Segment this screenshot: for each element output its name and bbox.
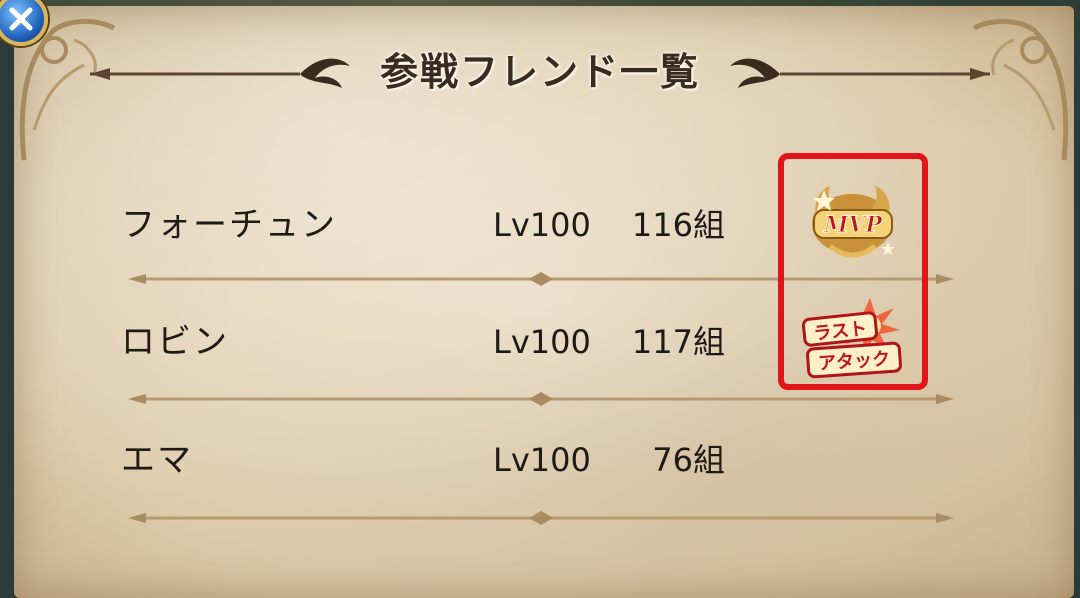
dialog-title: 参戦フレンド一覧 [379,49,700,94]
dialog-header: 参戦フレンド一覧 [0,44,1080,104]
friend-level: Lv100 [493,206,591,244]
friend-row[interactable]: エマ Lv100 76組 [0,430,1080,490]
title-ornament-left-icon [70,44,370,104]
row-divider [128,509,954,527]
row-divider [128,390,954,408]
friend-count: 76組 [652,441,725,479]
friend-name: エマ [121,440,193,480]
friend-count: 116組 [631,206,725,244]
friend-name: フォーチュン [121,205,337,245]
badge-highlight-box [778,153,928,390]
title-ornament-right-icon [710,44,1010,104]
friend-name: ロビン [121,322,229,362]
friend-count: 117組 [631,323,725,361]
close-x-icon [9,7,33,31]
friend-level: Lv100 [493,441,591,479]
friend-level: Lv100 [493,323,591,361]
